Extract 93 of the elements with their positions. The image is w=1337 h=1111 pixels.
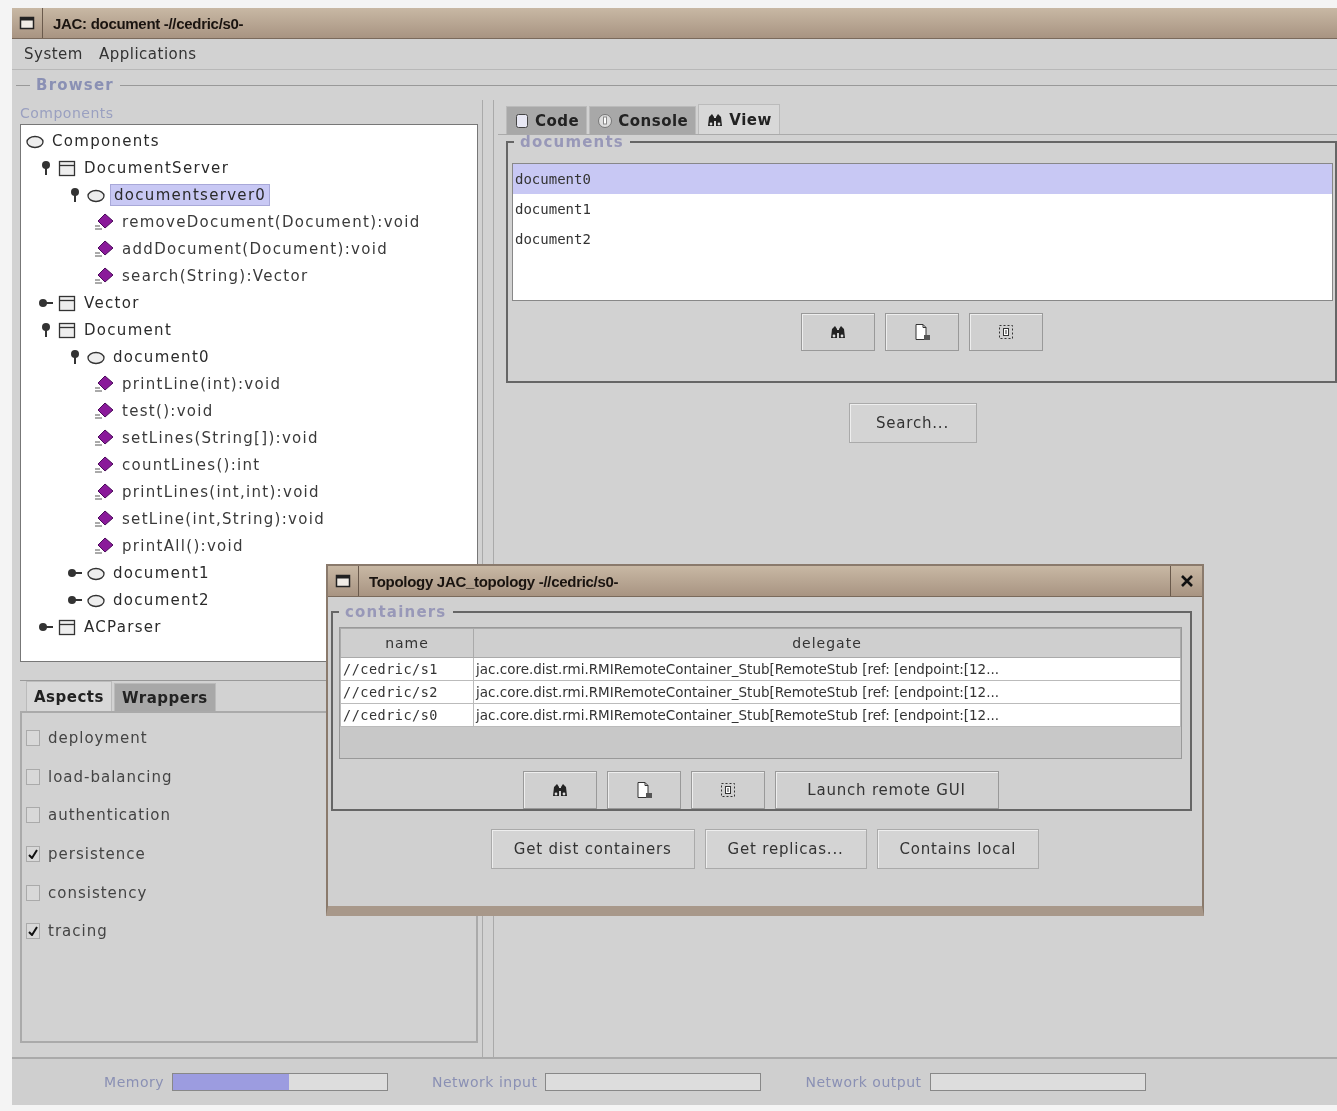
check-icon (28, 926, 38, 937)
document-add-icon (634, 781, 653, 799)
checkbox[interactable] (26, 730, 40, 747)
binoculars-icon (550, 782, 569, 798)
tab[interactable]: Aspects (26, 681, 112, 711)
document-icon (514, 112, 530, 129)
terminal-icon (597, 112, 614, 129)
table-cell: jac.core.dist.rmi.RMIRemoteContainer_Stub[RemoteStub [ref: [endpoint:[12... (473, 703, 1181, 727)
method-icon (93, 509, 115, 528)
checkbox-label: load-balancing (48, 767, 173, 786)
panel-label: Components (20, 104, 115, 123)
window-menu-icon (335, 573, 351, 589)
group-title: containers (344, 603, 448, 621)
tree-item[interactable]: document0 (110, 346, 213, 367)
checkbox-label: authentication (48, 806, 172, 825)
launch-button[interactable]: Launch remote GUI (774, 771, 999, 809)
window-title: Topology JAC_topology -//cedric/s0- (368, 572, 620, 590)
meter-label: Network output (805, 1074, 922, 1090)
tab[interactable]: View (698, 104, 780, 134)
meter-label: Network input (432, 1074, 538, 1090)
tree-item[interactable]: setLine(int,String):void (119, 508, 328, 529)
method-icon (93, 428, 115, 447)
tree-item[interactable]: Components (49, 130, 163, 151)
method-icon (93, 482, 115, 501)
group-title: documents (519, 133, 625, 151)
tab[interactable]: Wrappers (113, 683, 216, 711)
selection-icon (718, 781, 737, 799)
checkbox-label: consistency (48, 883, 148, 902)
tree-item[interactable]: documentserver0 (110, 183, 271, 206)
window-menu-icon (19, 15, 35, 31)
tree-item[interactable]: printAll():void (119, 535, 247, 556)
tree-item[interactable]: Vector (81, 292, 143, 313)
tree-item[interactable]: search(String):Vector (119, 265, 312, 286)
table-cell: //cedric/s2 (340, 680, 474, 704)
binoculars-icon (828, 324, 847, 340)
document-add-icon (912, 323, 931, 341)
table-cell: jac.core.dist.rmi.RMIRemoteContainer_Stub[RemoteStub [ref: [endpoint:[12... (473, 680, 1181, 704)
tree-item[interactable]: countLines():int (119, 454, 264, 475)
tree-item[interactable]: DocumentServer (81, 157, 233, 178)
method-icon (93, 455, 115, 474)
table-cell: //cedric/s0 (340, 703, 474, 727)
class-icon (57, 320, 77, 339)
method-icon (93, 239, 115, 258)
search-button[interactable]: Search... (848, 403, 977, 443)
checkbox[interactable] (26, 923, 40, 940)
icon-button[interactable] (522, 771, 597, 809)
tree-item[interactable]: document2 (110, 589, 213, 610)
checkbox[interactable] (26, 768, 40, 785)
checkbox[interactable] (26, 846, 40, 863)
class-icon (57, 293, 77, 312)
tree-item[interactable]: addDocument(Document):void (119, 238, 391, 259)
tree-item[interactable]: setLines(String[]):void (119, 427, 322, 448)
method-icon (93, 266, 115, 285)
check-icon (28, 849, 38, 860)
list-item[interactable]: document1 (513, 194, 1332, 224)
column-header[interactable]: name (340, 628, 474, 658)
list-item[interactable]: document2 (513, 224, 1332, 254)
checkbox[interactable] (26, 884, 40, 901)
tree-item[interactable]: printLines(int,int):void (119, 481, 323, 502)
group-title: Browser (35, 76, 115, 94)
class-icon (57, 158, 77, 177)
window-title: JAC: document -//cedric/s0- (52, 14, 245, 32)
dialog-button[interactable]: Get replicas... (704, 829, 867, 869)
checkbox[interactable] (26, 807, 40, 824)
selection-icon (996, 323, 1015, 341)
column-header[interactable]: delegate (473, 628, 1181, 658)
tab[interactable]: Console (589, 106, 697, 134)
dialog-button[interactable]: Contains local (876, 829, 1040, 869)
method-icon (93, 212, 115, 231)
method-icon (93, 374, 115, 393)
tree-item[interactable]: document1 (110, 562, 213, 583)
close-icon (1179, 574, 1194, 588)
tree-item[interactable]: Document (81, 319, 176, 340)
menu-item[interactable]: System (18, 43, 89, 65)
tree-item[interactable]: printLine(int):void (119, 373, 285, 394)
tab[interactable]: Code (506, 106, 588, 134)
meter-label: Memory (104, 1074, 164, 1090)
method-icon (93, 401, 115, 420)
dialog-button[interactable]: Get dist containers (490, 829, 695, 869)
menu-item[interactable]: Applications (92, 43, 203, 65)
tree-item[interactable]: ACParser (81, 616, 165, 637)
class-icon (57, 617, 77, 636)
table-cell: //cedric/s1 (340, 657, 474, 681)
method-icon (93, 536, 115, 555)
tree-item[interactable]: test():void (119, 400, 217, 421)
list-item[interactable]: document0 (513, 164, 1332, 194)
tree-item[interactable]: removeDocument(Document):void (119, 211, 424, 232)
binoculars-icon (706, 111, 725, 128)
icon-button[interactable] (800, 313, 875, 351)
checkbox-label: tracing (48, 922, 108, 941)
checkbox-label: deployment (48, 729, 148, 748)
table-cell: jac.core.dist.rmi.RMIRemoteContainer_Stub[RemoteStub [ref: [endpoint:[12... (473, 657, 1181, 681)
checkbox-label: persistence (48, 845, 146, 864)
